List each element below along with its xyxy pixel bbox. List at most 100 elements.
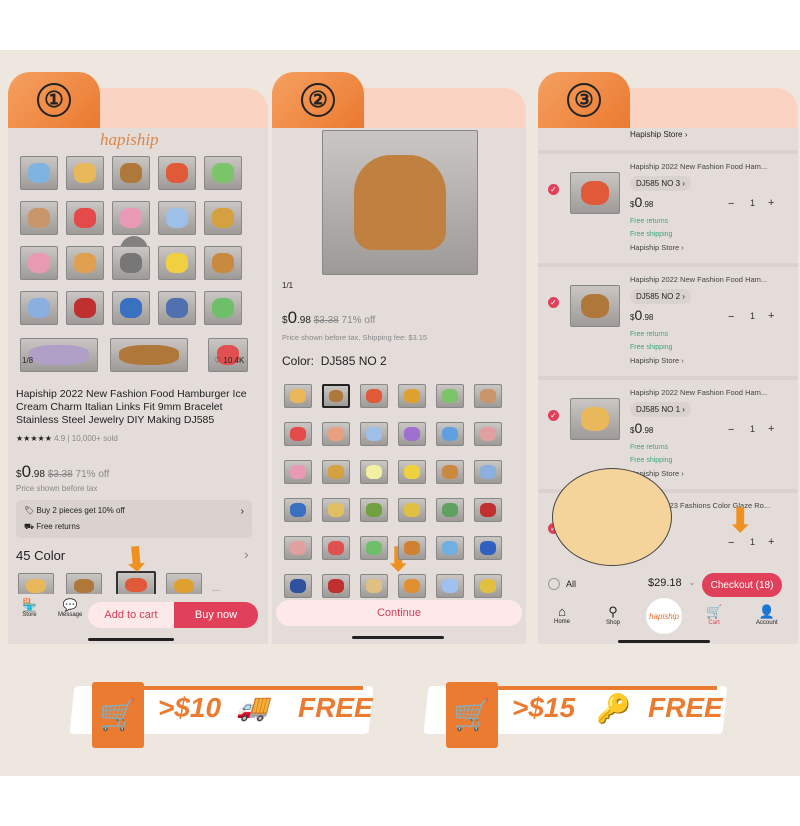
charm-thumbnail[interactable]	[112, 156, 150, 190]
charm-thumbnail[interactable]	[158, 156, 196, 190]
increase-button[interactable]: +	[768, 197, 774, 209]
decrease-button[interactable]: −	[728, 311, 734, 323]
store-link[interactable]: Hapiship Store ›	[630, 356, 684, 365]
store-link[interactable]: Hapiship Store ›	[630, 130, 687, 139]
charm-thumbnail[interactable]	[112, 201, 150, 235]
item-title[interactable]: Hapiship 2022 New Fashion Food Ham...	[630, 388, 767, 397]
store-link[interactable]: Hapiship Store ›	[630, 243, 684, 252]
color-swatch[interactable]	[436, 422, 464, 446]
chevron-right-icon[interactable]: ›	[244, 546, 249, 562]
color-swatch[interactable]	[284, 498, 312, 522]
color-swatch[interactable]	[360, 498, 388, 522]
color-swatch[interactable]	[284, 384, 312, 408]
color-swatch[interactable]	[360, 384, 388, 408]
charm-thumbnail[interactable]	[204, 291, 242, 325]
color-swatch[interactable]	[474, 536, 502, 560]
item-title[interactable]: Hapiship 2022 New Fashion Food Ham...	[630, 275, 767, 284]
color-swatch[interactable]	[284, 536, 312, 560]
variant-selector[interactable]: DJ585 NO 1 ›	[630, 402, 691, 417]
store-button[interactable]: 🏪 Store	[22, 598, 37, 618]
color-swatch[interactable]	[322, 536, 350, 560]
promo-box[interactable]: 🏷 Buy 2 pieces get 10% off ⛟ Free return…	[16, 500, 252, 538]
color-swatch[interactable]	[322, 422, 350, 446]
color-swatch[interactable]	[398, 384, 426, 408]
charm-thumbnail[interactable]	[20, 156, 58, 190]
color-swatch[interactable]	[436, 536, 464, 560]
color-swatch[interactable]	[474, 384, 502, 408]
increase-button[interactable]: +	[768, 423, 774, 435]
color-swatch[interactable]	[322, 460, 350, 484]
decrease-button[interactable]: −	[728, 198, 734, 210]
variant-selector[interactable]: DJ585 NO 3 ›	[630, 176, 691, 191]
select-all-checkbox[interactable]	[548, 578, 560, 590]
charm-thumbnail[interactable]	[20, 291, 58, 325]
decrease-button[interactable]: −	[728, 424, 734, 436]
charm-thumbnail[interactable]	[204, 201, 242, 235]
charm-thumbnail[interactable]	[66, 291, 104, 325]
color-swatch[interactable]	[474, 574, 502, 598]
color-swatch[interactable]	[360, 574, 388, 598]
charm-thumbnail[interactable]	[20, 246, 58, 280]
chevron-down-icon[interactable]: ⌄	[688, 577, 696, 588]
increase-button[interactable]: +	[768, 536, 774, 548]
nav-account[interactable]: 👤 Account	[756, 604, 778, 626]
color-swatch[interactable]	[322, 498, 350, 522]
color-swatch[interactable]	[436, 460, 464, 484]
continue-button[interactable]: Continue	[276, 600, 522, 626]
select-all-label: All	[566, 579, 577, 589]
color-swatch[interactable]	[436, 384, 464, 408]
color-swatch[interactable]	[398, 536, 426, 560]
color-swatch[interactable]	[398, 422, 426, 446]
charm-thumbnail[interactable]	[20, 201, 58, 235]
color-swatch[interactable]	[398, 460, 426, 484]
color-swatch[interactable]	[474, 460, 502, 484]
charm-thumbnail[interactable]	[204, 246, 242, 280]
shop-icon: ⚲	[608, 604, 618, 619]
item-checkbox[interactable]: ✓	[548, 297, 559, 308]
charm-thumbnail[interactable]	[158, 201, 196, 235]
charm-icon	[74, 208, 96, 228]
message-button[interactable]: 💬 Message	[58, 598, 82, 618]
charm-letters[interactable]	[20, 338, 98, 372]
color-swatch[interactable]	[436, 498, 464, 522]
charm-thumbnail[interactable]	[112, 291, 150, 325]
buy-now-button[interactable]: Buy now	[174, 602, 258, 628]
increase-button[interactable]: +	[768, 310, 774, 322]
charm-thumbnail[interactable]	[66, 156, 104, 190]
nav-cart[interactable]: 🛒 Cart	[706, 604, 722, 626]
charm-icon	[366, 503, 382, 517]
nav-shop[interactable]: ⚲ Shop	[606, 604, 620, 626]
color-swatch[interactable]	[322, 384, 350, 408]
variant-selector[interactable]: DJ585 NO 2 ›	[630, 289, 691, 304]
item-checkbox[interactable]: ✓	[548, 184, 559, 195]
item-title[interactable]: Hapiship 2022 New Fashion Food Ham...	[630, 162, 767, 171]
color-swatch[interactable]	[474, 498, 502, 522]
logo-button[interactable]: hapiship	[646, 598, 682, 634]
charm-thumbnail[interactable]	[66, 246, 104, 280]
color-swatch[interactable]	[360, 460, 388, 484]
charm-thumbnail[interactable]	[158, 291, 196, 325]
nav-home[interactable]: ⌂ Home	[554, 604, 570, 625]
charm-thumbnail[interactable]	[66, 201, 104, 235]
color-swatch[interactable]	[284, 460, 312, 484]
color-swatch[interactable]	[474, 422, 502, 446]
color-swatch[interactable]	[360, 422, 388, 446]
item-checkbox[interactable]: ✓	[548, 410, 559, 421]
add-to-cart-button[interactable]: Add to cart	[88, 602, 174, 628]
charm-thumbnail[interactable]	[204, 156, 242, 190]
color-swatch[interactable]	[398, 498, 426, 522]
color-count[interactable]: 45 Color	[16, 548, 65, 563]
color-swatch[interactable]	[322, 574, 350, 598]
color-swatch[interactable]	[398, 574, 426, 598]
charm-burger-set[interactable]	[110, 338, 188, 372]
color-swatch[interactable]	[360, 536, 388, 560]
charm-thumbnail[interactable]	[112, 246, 150, 280]
checkout-button[interactable]: Checkout (18)	[702, 573, 782, 597]
color-swatch[interactable]	[436, 574, 464, 598]
item-image	[570, 398, 620, 440]
more-colors[interactable]: ...	[212, 583, 220, 594]
charm-thumbnail[interactable]	[158, 246, 196, 280]
charm-hoho[interactable]	[208, 338, 248, 372]
color-swatch[interactable]	[284, 574, 312, 598]
color-swatch[interactable]	[284, 422, 312, 446]
